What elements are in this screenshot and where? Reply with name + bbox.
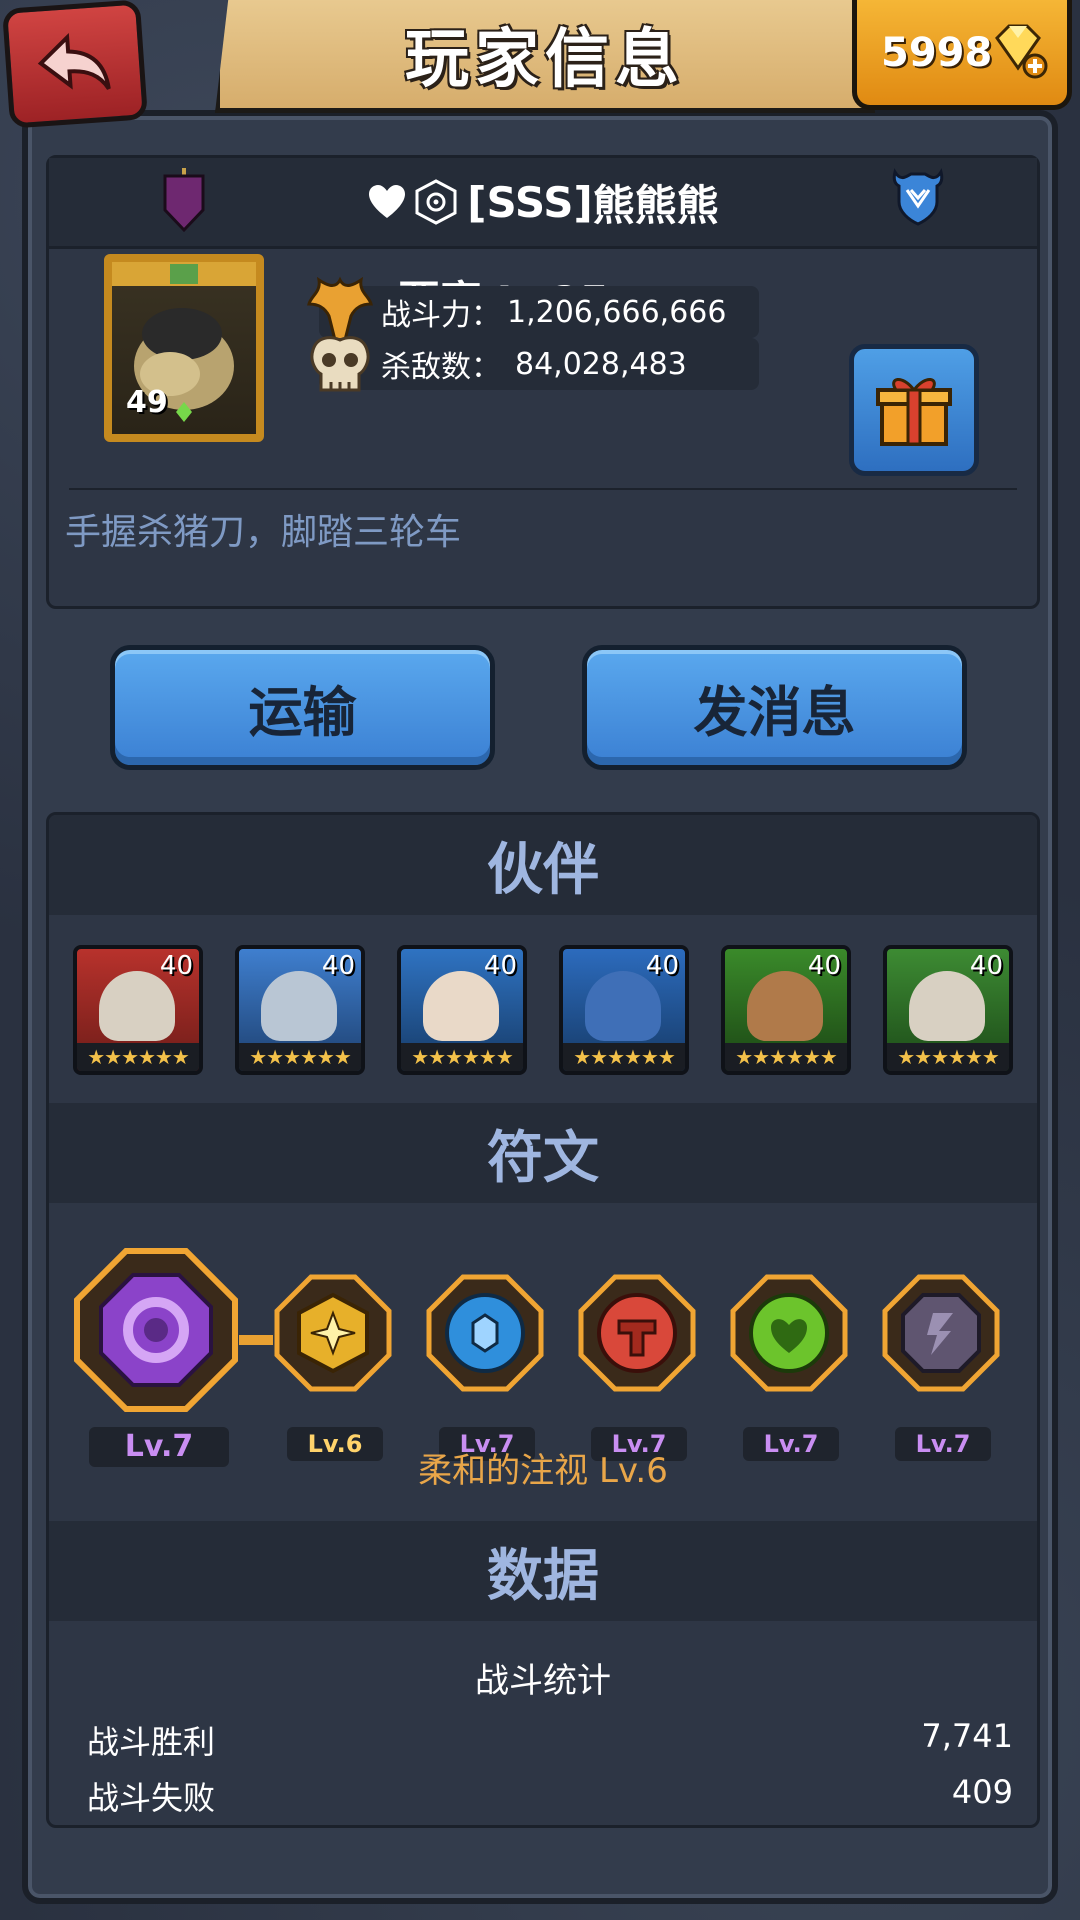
rune-slot-selected[interactable] bbox=[71, 1245, 241, 1415]
rune-gear-hammer-icon bbox=[578, 1274, 696, 1392]
companion-slot[interactable]: 40 ★★★★★★ bbox=[397, 945, 527, 1075]
companion-stars: ★★★★★★ bbox=[725, 1043, 847, 1071]
companion-level: 40 bbox=[321, 951, 355, 981]
companion-slot[interactable]: 40 ★★★★★★ bbox=[235, 945, 365, 1075]
kills-stat: 杀敌数： 84,028,483 bbox=[310, 336, 759, 392]
send-message-label: 发消息 bbox=[693, 681, 856, 744]
guild-flag-icon bbox=[163, 168, 205, 233]
stat-label: 战斗失败 bbox=[87, 1779, 216, 1817]
shield-badge-icon bbox=[892, 168, 944, 226]
companion-portrait bbox=[99, 971, 175, 1041]
stat-row-wins: 战斗胜利 7,741 bbox=[87, 1717, 1013, 1763]
rune-octagon-icon bbox=[74, 1248, 238, 1412]
companion-portrait bbox=[909, 971, 985, 1041]
rune-slot[interactable] bbox=[425, 1273, 545, 1393]
rune-list: Lv.7 Lv.6 Lv.7 Lv.7 Lv.7 Lv.7 bbox=[49, 1235, 1037, 1467]
companion-slot[interactable]: 40 ★★★★★★ bbox=[73, 945, 203, 1075]
companion-stars: ★★★★★★ bbox=[77, 1043, 199, 1071]
companion-stars: ★★★★★★ bbox=[401, 1043, 523, 1071]
companion-slot[interactable]: 40 ★★★★★★ bbox=[883, 945, 1013, 1075]
player-name-prefix: [SSS] bbox=[467, 177, 593, 227]
companion-stars: ★★★★★★ bbox=[887, 1043, 1009, 1071]
runes-header: 符文 bbox=[49, 1103, 1037, 1203]
rune-snowflake-icon bbox=[426, 1274, 544, 1392]
send-message-button[interactable]: 发消息 bbox=[582, 645, 967, 770]
info-panel: 伙伴 40 ★★★★★★ 40 ★★★★★★ 40 ★★★★★★ 40 ★★★★… bbox=[46, 812, 1040, 1828]
companion-level: 40 bbox=[159, 951, 193, 981]
stat-label: 战斗胜利 bbox=[87, 1723, 216, 1761]
title-banner: 玩家信息 bbox=[215, 0, 875, 113]
companion-list: 40 ★★★★★★ 40 ★★★★★★ 40 ★★★★★★ 40 ★★★★★★ … bbox=[49, 945, 1037, 1075]
rune-connector bbox=[239, 1335, 273, 1345]
rune-slot[interactable] bbox=[577, 1273, 697, 1393]
gift-icon bbox=[876, 378, 952, 446]
companion-slot[interactable]: 40 ★★★★★★ bbox=[721, 945, 851, 1075]
gem-counter[interactable]: 5998 bbox=[852, 0, 1072, 110]
power-stat: 战斗力： 1,206,666,666 bbox=[307, 276, 759, 342]
kills-label: 杀敌数： bbox=[381, 350, 501, 385]
companion-level: 40 bbox=[483, 951, 517, 981]
rune-heart-icon bbox=[730, 1274, 848, 1392]
player-name-bar: [SSS] 熊熊熊 bbox=[49, 158, 1037, 249]
companion-slot[interactable]: 40 ★★★★★★ bbox=[559, 945, 689, 1075]
card-divider bbox=[69, 488, 1017, 490]
diamond-plus-icon bbox=[995, 24, 1048, 79]
companion-portrait bbox=[585, 971, 661, 1041]
companion-portrait bbox=[261, 971, 337, 1041]
heart-icon bbox=[369, 185, 406, 218]
data-title: 数据 bbox=[487, 1543, 599, 1609]
avatar-level: 49 bbox=[126, 385, 168, 420]
companions-title: 伙伴 bbox=[487, 837, 599, 903]
transport-button[interactable]: 运输 bbox=[110, 645, 495, 770]
data-header: 数据 bbox=[49, 1521, 1037, 1621]
rune-slot[interactable] bbox=[273, 1273, 393, 1393]
battle-stats-title: 战斗统计 bbox=[475, 1661, 611, 1701]
rune-slot[interactable] bbox=[729, 1273, 849, 1393]
back-button[interactable] bbox=[1, 0, 149, 129]
power-value: 1,206,666,666 bbox=[507, 294, 727, 330]
runes-title: 符文 bbox=[487, 1125, 599, 1191]
companion-stars: ★★★★★★ bbox=[239, 1043, 361, 1071]
companion-level: 40 bbox=[807, 951, 841, 981]
gift-button[interactable] bbox=[849, 344, 979, 476]
player-card: [SSS] 熊熊熊 49 要塞 Lv25 战斗力： 1,206,666,666 bbox=[46, 155, 1040, 609]
player-avatar[interactable]: 49 bbox=[104, 254, 264, 442]
selected-rune-name: 柔和的注视 Lv.6 bbox=[418, 1451, 668, 1491]
page-title: 玩家信息 bbox=[405, 23, 685, 97]
companions-header: 伙伴 bbox=[49, 815, 1037, 915]
back-arrow-icon bbox=[37, 33, 111, 90]
rune-lightning-icon bbox=[882, 1274, 1000, 1392]
stat-value: 7,741 bbox=[921, 1717, 1013, 1755]
companion-portrait bbox=[423, 971, 499, 1041]
rune-star-icon bbox=[274, 1274, 392, 1392]
skull-icon bbox=[310, 336, 370, 392]
companion-stars: ★★★★★★ bbox=[563, 1043, 685, 1071]
player-motto: 手握杀猪刀，脚踏三轮车 bbox=[65, 512, 462, 553]
companion-level: 40 bbox=[645, 951, 679, 981]
transport-label: 运输 bbox=[248, 681, 357, 744]
companion-portrait bbox=[747, 971, 823, 1041]
crosshair-icon bbox=[415, 179, 457, 225]
power-label: 战斗力： bbox=[381, 298, 501, 333]
stat-value: 409 bbox=[951, 1773, 1013, 1811]
rune-slot[interactable] bbox=[881, 1273, 1001, 1393]
kills-value: 84,028,483 bbox=[515, 346, 687, 382]
companion-level: 40 bbox=[969, 951, 1003, 981]
player-name: 熊熊熊 bbox=[592, 180, 719, 230]
stat-row-losses: 战斗失败 409 bbox=[87, 1773, 1013, 1819]
gem-count: 5998 bbox=[881, 29, 993, 76]
